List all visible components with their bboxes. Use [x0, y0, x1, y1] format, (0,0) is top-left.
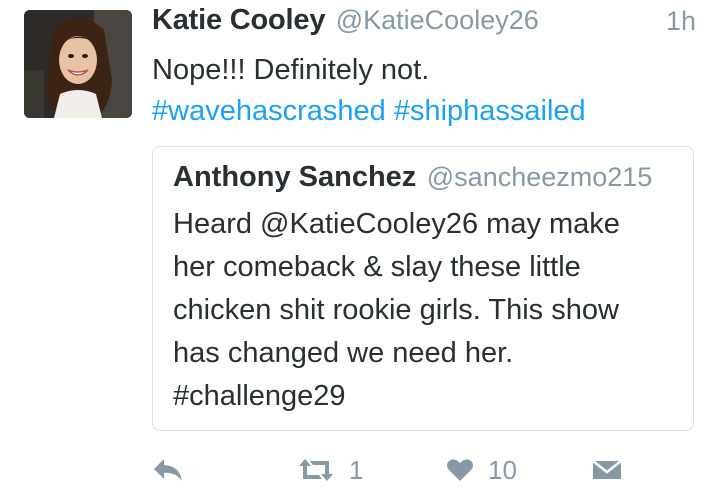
author-handle[interactable]: @KatieCooley26	[336, 5, 539, 35]
retweet-icon	[299, 459, 333, 481]
hashtag-link[interactable]: #shiphassailed	[394, 95, 586, 127]
author-name[interactable]: Katie Cooley	[152, 4, 325, 36]
tweet-actions: 1 10	[152, 448, 632, 492]
quoted-author-handle: @sancheezmo215	[426, 162, 653, 192]
like-count: 10	[488, 454, 517, 485]
timestamp[interactable]: 1h	[666, 6, 696, 37]
quoted-text-line: has changed we need her.	[173, 337, 514, 369]
tweet-text: Nope!!! Definitely not. #wavehascrashed …	[152, 50, 586, 132]
retweet-count: 1	[349, 454, 364, 485]
quoted-text-line: Heard @KatieCooley26 may make	[173, 208, 620, 240]
tweet-header: Katie Cooley @KatieCooley26 1h	[152, 4, 696, 44]
avatar[interactable]	[24, 10, 132, 118]
quoted-tweet[interactable]: Anthony Sanchez @sancheezmo215 Heard @Ka…	[152, 146, 694, 431]
retweet-button[interactable]: 1	[297, 448, 363, 492]
quoted-text-line: chicken shit rookie girls. This show	[173, 294, 619, 326]
quoted-tweet-header: Anthony Sanchez @sancheezmo215	[173, 161, 652, 194]
quoted-author-name: Anthony Sanchez	[173, 161, 417, 193]
heart-icon	[447, 459, 473, 481]
tweet-text-line: Nope!!! Definitely not.	[152, 54, 430, 86]
direct-message-button[interactable]	[592, 448, 622, 492]
quoted-tweet-text: Heard @KatieCooley26 may make her comeba…	[173, 203, 678, 418]
avatar-photo-icon	[24, 10, 132, 118]
hashtag-link[interactable]: #wavehascrashed	[152, 95, 386, 127]
quoted-text-line: #challenge29	[173, 380, 346, 412]
reply-button[interactable]	[152, 448, 184, 492]
quoted-text-line: her comeback & slay these little	[173, 251, 581, 283]
reply-icon	[154, 459, 182, 481]
tweet-hashtags: #wavehascrashed #shiphassailed	[152, 91, 586, 132]
envelope-icon	[592, 460, 622, 479]
tweet-card[interactable]: Katie Cooley @KatieCooley26 1h Nope!!! D…	[0, 0, 720, 501]
like-button[interactable]: 10	[446, 448, 517, 492]
